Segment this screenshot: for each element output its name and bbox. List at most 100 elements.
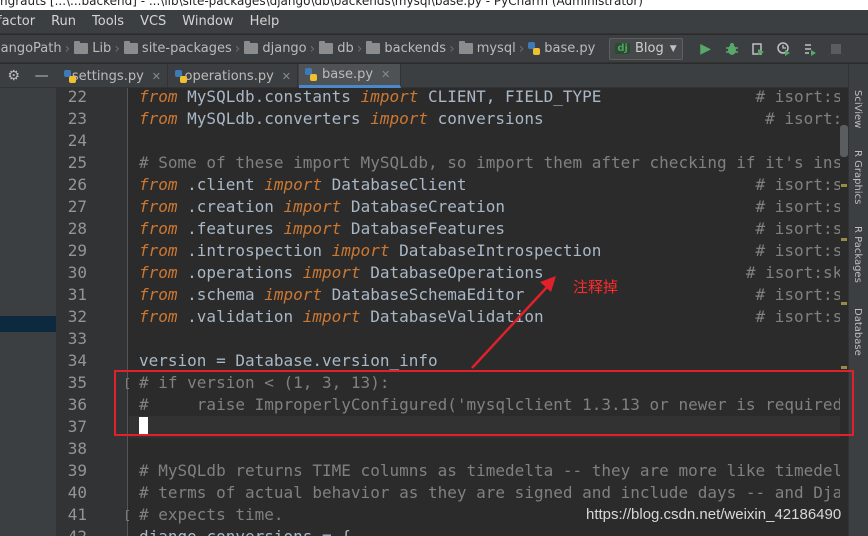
code-token: .introspection: [177, 241, 332, 260]
line-number: 25: [67, 153, 87, 172]
code-token: CLIENT, FIELD_TYPE: [418, 88, 756, 106]
menu-run[interactable]: Run: [51, 14, 84, 29]
breadcrumb-item[interactable]: backends: [366, 41, 446, 56]
comment-token: # Some of these import MySQLdb, so impor…: [139, 153, 840, 172]
stop-icon[interactable]: [828, 41, 844, 57]
tab-settings[interactable]: settings.py ✕: [58, 64, 168, 88]
code-token: DatabaseCreation: [341, 197, 756, 216]
tool-window-database[interactable]: Database: [852, 308, 863, 356]
folder-icon: [366, 41, 381, 54]
highlight-box: [114, 370, 854, 436]
code-line[interactable]: # terms of actual behavior as they are s…: [139, 482, 840, 504]
run-icon[interactable]: ▶: [698, 41, 714, 57]
keyword-token: from: [139, 241, 178, 260]
editor-scrollbar[interactable]: [840, 88, 848, 536]
breadcrumb-item[interactable]: base.py: [528, 41, 595, 56]
line-number: 42: [47, 526, 87, 536]
code-line[interactable]: from .introspection import DatabaseIntro…: [139, 240, 840, 262]
scrollbar-thumb[interactable]: [840, 125, 848, 157]
keyword-token: from: [139, 307, 178, 326]
line-number: 33: [67, 329, 87, 348]
comment-token: # isort:skip: [755, 219, 840, 238]
run-configuration-select[interactable]: dj Blog ▼: [609, 37, 683, 60]
menu-window[interactable]: Window: [182, 14, 241, 29]
concurrency-icon[interactable]: [802, 41, 818, 57]
menu-help[interactable]: Help: [250, 14, 288, 29]
code-line[interactable]: from .validation import DatabaseValidati…: [139, 306, 840, 328]
tab-label: operations.py: [184, 68, 274, 84]
code-token: .features: [177, 219, 284, 238]
code-token: conversions: [427, 109, 766, 128]
breadcrumb-item[interactable]: mysql: [458, 41, 516, 56]
code-line[interactable]: from .operations import DatabaseOperatio…: [139, 262, 840, 284]
python-file-icon: [528, 42, 541, 55]
breadcrumb-label: site-packages: [141, 41, 232, 56]
code-line[interactable]: # Some of these import MySQLdb, so impor…: [139, 152, 840, 174]
code-token: MySQLdb.constants: [177, 88, 361, 106]
comment-token: # isort:skip: [755, 175, 840, 194]
chevron-right-icon: ›: [518, 40, 525, 57]
comment-token: # isort:skip: [755, 88, 840, 106]
code-line[interactable]: from MySQLdb.converters import conversio…: [139, 108, 840, 130]
code-line[interactable]: from MySQLdb.constants import CLIENT, FI…: [139, 88, 840, 108]
warning-marker[interactable]: [841, 238, 847, 241]
code-line[interactable]: # MySQLdb returns TIME columns as timede…: [139, 460, 840, 482]
comment-token: # terms of actual behavior as they are s…: [139, 483, 840, 502]
code-token: DatabaseFeatures: [341, 219, 756, 238]
menu-bar: factor Run Tools VCS Window Help: [0, 10, 868, 34]
tab-label: settings.py: [71, 68, 144, 84]
close-icon[interactable]: ✕: [282, 70, 291, 83]
line-number-gutter[interactable]: 22 23 24 25 26 27 28 29 30 31 32 33 34 35 36 37 38 39 40 41…: [56, 87, 136, 536]
close-icon[interactable]: ✕: [152, 70, 161, 83]
line-number: 41: [67, 505, 87, 524]
menu-tools[interactable]: Tools: [92, 14, 132, 29]
breadcrumb-item[interactable]: db: [319, 41, 354, 56]
comment-token: # expects time.: [139, 505, 284, 524]
coverage-icon[interactable]: [750, 41, 766, 57]
code-line[interactable]: from .client import DatabaseClient # iso…: [139, 174, 840, 196]
tool-window-r-graphics[interactable]: R Graphics: [852, 150, 863, 204]
line-number: 31: [67, 285, 87, 304]
profile-icon[interactable]: [776, 41, 792, 57]
close-icon[interactable]: ✕: [381, 68, 390, 81]
minimize-icon[interactable]: —: [35, 68, 49, 84]
menu-vcs[interactable]: VCS: [140, 14, 174, 29]
tab-operations[interactable]: operations.py ✕: [169, 64, 298, 88]
code-line[interactable]: # expects time.: [139, 504, 284, 526]
warning-marker[interactable]: [841, 302, 847, 305]
comment-token: # isort:skip: [755, 197, 840, 216]
line-number: 36: [67, 395, 87, 414]
breadcrumb-item[interactable]: site-packages: [123, 41, 232, 56]
code-token: DatabaseOperations: [360, 263, 746, 282]
breadcrumb-item[interactable]: Lib: [74, 41, 111, 56]
tab-base[interactable]: base.py ✕: [299, 64, 401, 88]
menu-refactor[interactable]: factor: [0, 14, 43, 29]
debug-icon[interactable]: [724, 41, 740, 57]
chevron-right-icon: ›: [449, 40, 455, 57]
line-number: 24: [67, 131, 87, 150]
breadcrumb-item[interactable]: django: [244, 41, 307, 56]
code-editor[interactable]: from MySQLdb.constants import CLIENT, FI…: [129, 88, 840, 536]
tool-window-r-packages[interactable]: R Packages: [852, 226, 863, 283]
breadcrumb-label: backends: [384, 41, 447, 56]
code-line[interactable]: from .schema import DatabaseSchemaEditor…: [139, 284, 840, 306]
code-token: version = Database.version_info: [139, 351, 438, 370]
code-line[interactable]: from .features import DatabaseFeatures #…: [139, 218, 840, 240]
comment-token: # isort:skip: [755, 307, 840, 326]
django-icon: dj: [615, 43, 630, 54]
line-number: 39: [67, 461, 87, 480]
warning-marker[interactable]: [841, 366, 847, 369]
code-line[interactable]: from .creation import DatabaseCreation #…: [139, 196, 840, 218]
breadcrumb-label: django: [262, 41, 307, 56]
line-number: 23: [67, 109, 87, 128]
chevron-right-icon: ›: [114, 40, 120, 57]
warning-marker[interactable]: [841, 184, 847, 187]
code-line[interactable]: django_conversions = {: [139, 526, 351, 536]
chevron-right-icon: ›: [356, 40, 363, 57]
window-title-bar: ngrauts [...\...backend] - ...\lib\site-…: [0, 0, 868, 10]
gear-icon[interactable]: ⚙: [7, 68, 20, 84]
code-line[interactable]: version = Database.version_info: [139, 350, 438, 372]
line-number: 30: [67, 263, 87, 282]
tool-window-sciview[interactable]: SciView: [852, 90, 863, 128]
breadcrumb-item[interactable]: jangoPath: [0, 41, 62, 56]
